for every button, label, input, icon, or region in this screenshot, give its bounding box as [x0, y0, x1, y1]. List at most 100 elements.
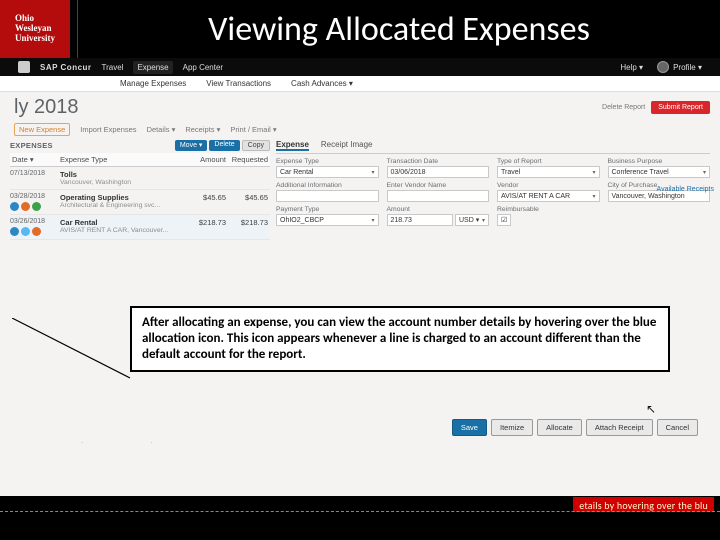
nav-travel[interactable]: Travel [102, 63, 124, 72]
copy-button[interactable]: Copy [242, 140, 270, 151]
logo-divider [70, 0, 78, 58]
slide-title: Viewing Allocated Expenses [208, 9, 590, 50]
lbl: Enter Vendor Name [387, 182, 490, 189]
expense-header-row: Date ▾ Expense Type Amount Requested [10, 153, 270, 167]
cursor-icon: ↖ [646, 402, 656, 416]
row-amount: $45.65 [186, 193, 226, 202]
profile-label: Profile ▾ [673, 63, 702, 72]
amount-input[interactable]: 218.73 [387, 214, 454, 226]
table-row[interactable]: 03/28/2018 Operating Supplies Architectu… [10, 190, 270, 215]
row-sub: AVIS/AT RENT A CAR, Vancouver... [60, 227, 186, 234]
report-name: ly 2018 [14, 96, 79, 119]
subnav-view-transactions[interactable]: View Transactions [206, 79, 271, 88]
nav-expense[interactable]: Expense [133, 61, 172, 74]
col-amount[interactable]: Amount [186, 155, 226, 164]
expense-type-select[interactable]: Car Rental [276, 166, 379, 178]
submit-report-button[interactable]: Submit Report [651, 101, 710, 114]
footer-bar [0, 512, 720, 540]
lbl: Expense Type [276, 158, 379, 165]
help-menu[interactable]: Help ▾ [620, 63, 643, 72]
report-toolbar: New Expense Import Expenses Details ▾ Re… [0, 121, 720, 140]
avatar-icon [657, 61, 669, 73]
lbl: Reimbursable [497, 206, 600, 213]
tab-expense[interactable]: Expense [276, 140, 309, 151]
report-header: ly 2018 Delete Report Submit Report [0, 92, 720, 121]
table-row[interactable]: 03/26/2018 Car Rental AVIS/AT RENT A CAR… [10, 215, 270, 240]
new-expense-button[interactable]: New Expense [14, 123, 70, 136]
details-menu[interactable]: Details ▾ [147, 125, 176, 134]
subnav-manage-expenses[interactable]: Manage Expenses [120, 79, 186, 88]
detail-tabs: Expense Receipt Image [276, 140, 710, 154]
title-wrap: Viewing Allocated Expenses [78, 0, 720, 58]
row-date: 07/13/2018 [10, 170, 60, 177]
lbl: Type of Report [497, 158, 600, 165]
exception-icon [32, 227, 41, 236]
delete-button[interactable]: Delete [209, 140, 239, 151]
nav-appcenter[interactable]: App Center [183, 63, 223, 72]
expense-detail-panel: Expense Receipt Image Expense TypeCar Re… [276, 140, 710, 240]
row-sub: Vancouver, Washington [60, 179, 186, 186]
table-row[interactable]: 07/13/2018 Tolls Vancouver, Washington [10, 167, 270, 190]
row-date: 03/26/2018 [10, 218, 60, 225]
concur-subnav: Manage Expenses View Transactions Cash A… [0, 76, 720, 92]
business-purpose-select[interactable]: Conference Travel [608, 166, 711, 178]
screenshot-area: SAP Concur Travel Expense App Center Hel… [0, 58, 720, 496]
itemize-button[interactable]: Itemize [491, 419, 533, 436]
additional-info-input[interactable] [276, 190, 379, 202]
receipt-icon [32, 202, 41, 211]
transaction-date-input[interactable]: 03/06/2018 [387, 166, 490, 178]
print-email-menu[interactable]: Print / Email ▾ [230, 125, 276, 134]
list-toolbar: EXPENSES Move ▾ Delete Copy [10, 140, 270, 151]
receipts-menu[interactable]: Receipts ▾ [185, 125, 220, 134]
concur-logo-icon [18, 61, 30, 73]
slide: Ohio Wesleyan University Viewing Allocat… [0, 0, 720, 540]
logo-line3: University [15, 34, 55, 44]
row-date: 03/28/2018 [10, 193, 60, 200]
row-amount: $218.73 [186, 218, 226, 227]
currency-select[interactable]: USD ▾ [455, 214, 489, 226]
card-icon [21, 227, 30, 236]
allocate-button[interactable]: Allocate [537, 419, 582, 436]
vendor-select[interactable]: AVIS/AT RENT A CAR [497, 190, 600, 202]
move-button[interactable]: Move ▾ [175, 140, 208, 151]
lbl: Additional Information [276, 182, 379, 189]
attach-receipt-button[interactable]: Attach Receipt [586, 419, 653, 436]
exception-icon [21, 202, 30, 211]
col-requested[interactable]: Requested [226, 155, 270, 164]
row-type: Operating Supplies [60, 193, 186, 202]
field-grid: Expense TypeCar Rental Transaction Date0… [276, 158, 710, 226]
concur-header: SAP Concur Travel Expense App Center Hel… [0, 58, 720, 76]
callout-arrow [12, 318, 128, 386]
allocation-icon [10, 202, 19, 211]
subnav-cash-advances[interactable]: Cash Advances ▾ [291, 79, 353, 88]
tab-receipt-image[interactable]: Receipt Image [321, 140, 373, 151]
reimb-checkbox[interactable]: ☑ [497, 214, 511, 226]
import-expenses-link[interactable]: Import Expenses [80, 125, 136, 134]
main-columns: EXPENSES Move ▾ Delete Copy Date ▾ Expen… [0, 140, 720, 240]
expense-list-panel: EXPENSES Move ▾ Delete Copy Date ▾ Expen… [10, 140, 270, 240]
row-requested: $45.65 [226, 193, 270, 202]
university-logo: Ohio Wesleyan University [0, 0, 70, 58]
payment-type-select[interactable]: OhIO2_CBCP [276, 214, 379, 226]
row-requested: $218.73 [226, 218, 270, 227]
row-type: Tolls [60, 170, 186, 179]
cancel-button[interactable]: Cancel [657, 419, 698, 436]
save-button[interactable]: Save [452, 419, 487, 436]
lbl: Payment Type [276, 206, 379, 213]
profile-menu[interactable]: Profile ▾ [657, 61, 702, 73]
enter-vendor-input[interactable] [387, 190, 490, 202]
lbl: Business Purpose [608, 158, 711, 165]
report-type-select[interactable]: Travel [497, 166, 600, 178]
lbl: Vendor [497, 182, 600, 189]
lbl: Amount [387, 206, 490, 213]
concur-brand: SAP Concur [40, 63, 92, 72]
title-bar: Ohio Wesleyan University Viewing Allocat… [0, 0, 720, 58]
col-type[interactable]: Expense Type [60, 155, 186, 164]
allocation-icon [10, 227, 19, 236]
lbl: Transaction Date [387, 158, 490, 165]
available-receipts-link[interactable]: Available Receipts [657, 186, 714, 193]
callout-box: After allocating an expense, you can vie… [130, 306, 670, 372]
delete-report-link[interactable]: Delete Report [602, 104, 645, 111]
expenses-label: EXPENSES [10, 141, 53, 150]
col-date[interactable]: Date ▾ [10, 155, 60, 164]
